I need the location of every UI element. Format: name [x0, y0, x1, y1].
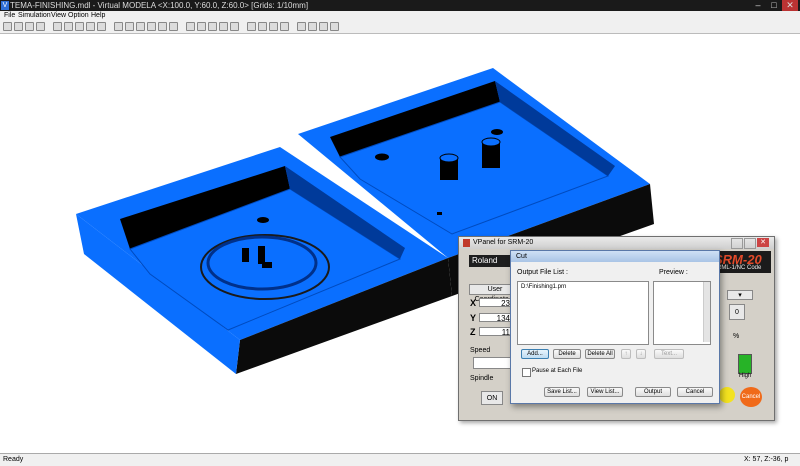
- percent-label: %: [733, 333, 740, 340]
- cut-dialog[interactable]: Cut Output File List : Preview : D:\Fini…: [510, 250, 720, 404]
- speed-label: Speed: [470, 347, 491, 354]
- cut-cancel-button[interactable]: Cancel: [677, 387, 713, 397]
- status-text: Ready: [3, 456, 24, 463]
- vpanel-maximize-button[interactable]: [744, 238, 756, 249]
- toolbar-tool-icon[interactable]: [297, 22, 306, 31]
- vpanel-title: VPanel for SRM-20: [473, 239, 534, 246]
- toolbar-tool-icon[interactable]: [158, 22, 167, 31]
- status-bar: Ready X: 57, Z:-36, p: [0, 453, 800, 466]
- toolbar-tool-icon[interactable]: [125, 22, 134, 31]
- toolbar-tool-icon[interactable]: [280, 22, 289, 31]
- delete-button[interactable]: Delete: [553, 349, 581, 359]
- spindle-speed-indicator: [738, 354, 752, 374]
- vpanel-title-bar[interactable]: VPanel for SRM-20 ✕: [459, 237, 774, 249]
- y-coordinate-value: 134: [479, 313, 513, 323]
- toolbar-tool-icon[interactable]: [3, 22, 12, 31]
- menu-bar: File Simulation View Option Help: [0, 11, 800, 20]
- resume-button[interactable]: [719, 387, 735, 403]
- pause-label: Pause at Each File: [532, 368, 583, 374]
- speed-slider[interactable]: [473, 357, 513, 369]
- toolbar-tool-icon[interactable]: [258, 22, 267, 31]
- toolbar-tool-icon[interactable]: [53, 22, 62, 31]
- save-list-button[interactable]: Save List...: [544, 387, 580, 397]
- output-file-list-label: Output File List :: [517, 269, 568, 276]
- toolbar-tool-icon[interactable]: [186, 22, 195, 31]
- file-list-item[interactable]: D:\Finishing1.prn: [518, 282, 648, 292]
- pause-checkbox[interactable]: [522, 368, 531, 377]
- toolbar-tool-icon[interactable]: [75, 22, 84, 31]
- preview-scrollbar[interactable]: [703, 282, 710, 342]
- hole-a: [375, 153, 389, 161]
- toolbar-tool-icon[interactable]: [330, 22, 339, 31]
- model-code: RML-1/NC Code: [717, 265, 762, 271]
- cut-title-bar[interactable]: Cut: [511, 251, 719, 262]
- cursor-coordinates: X: 57, Z:-36, p: [744, 456, 789, 463]
- spindle-on-button[interactable]: ON: [481, 391, 503, 405]
- menu-view[interactable]: View: [51, 11, 66, 20]
- toolbar-tool-icon[interactable]: [147, 22, 156, 31]
- move-up-button[interactable]: ↑: [621, 349, 631, 359]
- peg-b: [481, 137, 501, 147]
- cut-title: Cut: [516, 253, 527, 260]
- menu-simulation[interactable]: Simulation: [18, 11, 51, 20]
- preview-pane: [653, 281, 711, 345]
- vpanel-minimize-button[interactable]: [731, 238, 743, 249]
- step-select[interactable]: ▾: [727, 290, 753, 300]
- app-icon: V: [1, 1, 9, 10]
- boss-slot-1: [242, 248, 249, 262]
- window-title: TEMA-FINISHING.mdl - Virtual MODELA <X:1…: [10, 1, 309, 10]
- text-button[interactable]: Text...: [654, 349, 684, 359]
- output-button[interactable]: Output: [635, 387, 671, 397]
- high-label: High: [739, 373, 752, 379]
- toolbar-tool-icon[interactable]: [169, 22, 178, 31]
- toolbar-tool-icon[interactable]: [136, 22, 145, 31]
- toolbar-tool-icon[interactable]: [208, 22, 217, 31]
- menu-help[interactable]: Help: [91, 11, 105, 20]
- toolbar: [0, 20, 800, 34]
- delete-all-button[interactable]: Delete All: [585, 349, 615, 359]
- y-axis-label: Y: [470, 313, 477, 323]
- toolbar-tool-icon[interactable]: [25, 22, 34, 31]
- vpanel-cancel-button[interactable]: Cancel: [740, 387, 762, 407]
- output-file-list[interactable]: D:\Finishing1.prn: [517, 281, 649, 345]
- menu-file[interactable]: File: [4, 11, 15, 20]
- roland-app-icon: [463, 239, 470, 247]
- preview-label: Preview :: [659, 269, 688, 276]
- z-axis-label: Z: [470, 327, 476, 337]
- peg-a: [439, 153, 459, 163]
- spindle-label: Spindle: [470, 375, 494, 382]
- z-coordinate-value: 11: [479, 327, 513, 337]
- close-button[interactable]: ✕: [782, 0, 798, 11]
- toolbar-tool-icon[interactable]: [14, 22, 23, 31]
- move-down-button[interactable]: ↓: [636, 349, 646, 359]
- toolbar-tool-icon[interactable]: [308, 22, 317, 31]
- minimize-button[interactable]: –: [750, 0, 766, 11]
- view-list-button[interactable]: View List...: [587, 387, 623, 397]
- toolbar-tool-icon[interactable]: [86, 22, 95, 31]
- x-axis-label: X: [470, 298, 477, 308]
- boss-slot-2: [258, 246, 265, 264]
- boss-slot-3: [262, 262, 272, 268]
- x-zero-button[interactable]: 0: [729, 304, 745, 320]
- small-slot: [437, 212, 442, 215]
- toolbar-tool-icon[interactable]: [269, 22, 278, 31]
- hole-b: [491, 129, 503, 135]
- toolbar-tool-icon[interactable]: [97, 22, 106, 31]
- toolbar-tool-icon[interactable]: [319, 22, 328, 31]
- toolbar-tool-icon[interactable]: [36, 22, 45, 31]
- small-hole-left: [257, 217, 269, 223]
- toolbar-tool-icon[interactable]: [197, 22, 206, 31]
- x-coordinate-value: 23: [479, 298, 513, 308]
- add-button[interactable]: Add...: [521, 349, 549, 359]
- vpanel-close-button[interactable]: ✕: [757, 238, 769, 247]
- menu-option[interactable]: Option: [68, 11, 89, 20]
- toolbar-tool-icon[interactable]: [64, 22, 73, 31]
- maximize-button[interactable]: □: [766, 0, 782, 11]
- toolbar-tool-icon[interactable]: [230, 22, 239, 31]
- toolbar-tool-icon[interactable]: [114, 22, 123, 31]
- title-bar: V TEMA-FINISHING.mdl - Virtual MODELA <X…: [0, 0, 800, 11]
- toolbar-tool-icon[interactable]: [219, 22, 228, 31]
- toolbar-tool-icon[interactable]: [247, 22, 256, 31]
